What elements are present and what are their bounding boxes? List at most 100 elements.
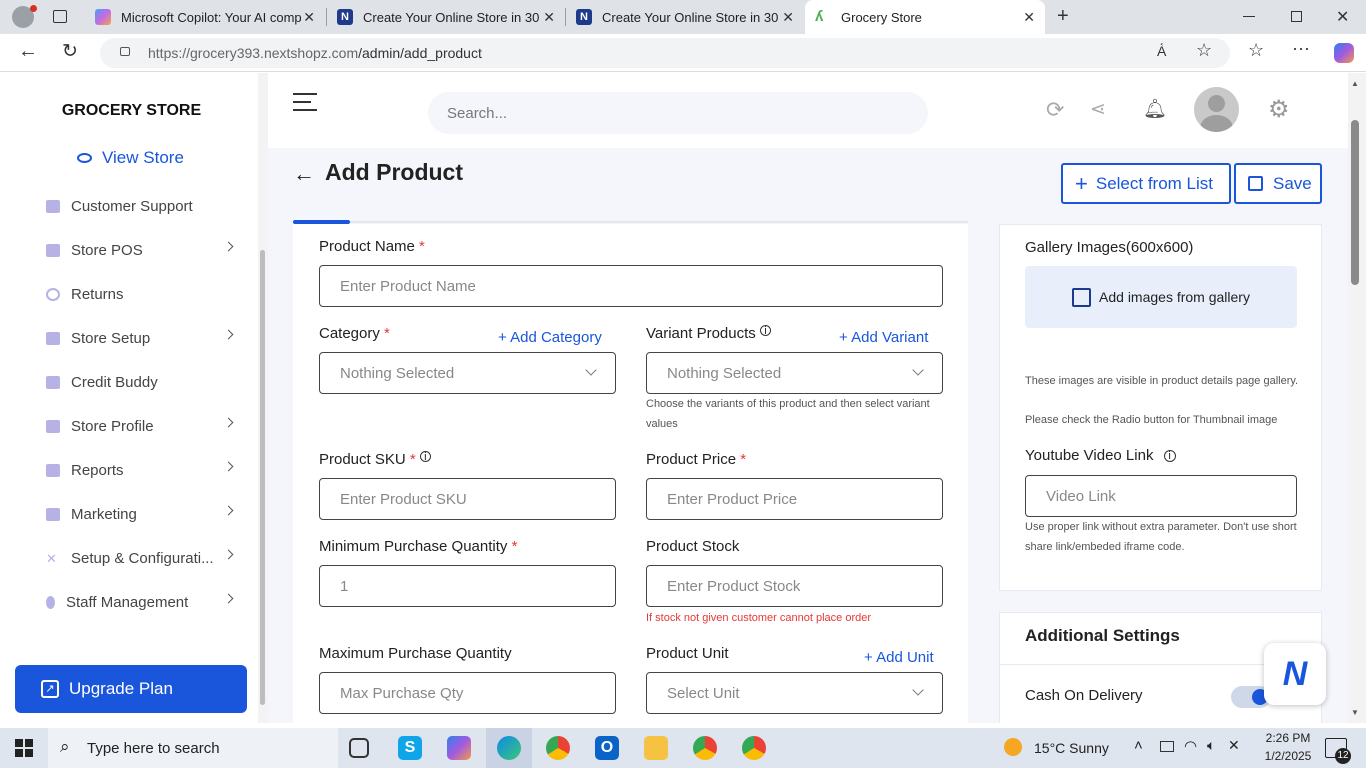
price-label: Product Price * <box>646 451 747 468</box>
weather-text[interactable]: 15°C Sunny <box>1034 740 1109 756</box>
chevron-down-icon <box>912 684 924 696</box>
info-icon[interactable]: i <box>419 451 431 463</box>
clock-time[interactable]: 2:26 PM <box>1258 731 1318 745</box>
add-variant-link[interactable]: + Add Variant <box>839 329 928 346</box>
stock-label: Product Stock <box>646 538 740 555</box>
lock-icon <box>120 47 130 56</box>
sidebar-item-credit-buddy[interactable]: Credit Buddy <box>46 367 246 397</box>
sidebar-item-store-pos[interactable]: Store POS <box>46 235 246 265</box>
product-name-input[interactable]: Enter Product Name <box>319 265 943 307</box>
volume-icon[interactable]: 🔈︎ <box>1207 737 1215 754</box>
file-explorer-icon[interactable] <box>644 736 668 760</box>
read-aloud-icon[interactable]: A᷾ <box>1157 43 1166 59</box>
sku-input[interactable]: Enter Product SKU <box>319 478 616 520</box>
sidebar-item-returns[interactable]: Returns <box>46 279 246 309</box>
windows-start-icon[interactable] <box>15 739 33 757</box>
main-scroll-thumb[interactable] <box>1351 120 1359 285</box>
battery-icon[interactable] <box>1160 741 1174 752</box>
copilot-taskbar-icon[interactable] <box>447 736 471 760</box>
chrome-profile-icon[interactable] <box>742 736 766 760</box>
select-from-list-button[interactable]: + Select from List <box>1061 163 1231 204</box>
sidebar-item-setup-configuration[interactable]: ✕ Setup & Configurati... <box>46 543 246 573</box>
wifi-icon[interactable]: ◠ <box>1184 737 1197 755</box>
sidebar-item-staff-management[interactable]: Staff Management <box>46 587 246 617</box>
browser-tab-bar: Microsoft Copilot: Your AI compan ✕ N Cr… <box>0 0 1366 34</box>
window-close-icon[interactable]: ✕ <box>1336 7 1349 27</box>
bell-icon[interactable]: 🔔︎ <box>1143 97 1167 121</box>
close-icon[interactable]: ✕ <box>303 9 315 26</box>
refresh-icon[interactable]: ⟳ <box>1046 97 1064 123</box>
url-field[interactable]: https://grocery393.nextshopz.com/admin/a… <box>100 38 1230 68</box>
tab-title: Create Your Online Store in 30 Sec <box>363 9 543 25</box>
info-icon[interactable]: i <box>1163 450 1176 463</box>
clock-date[interactable]: 1/2/2025 <box>1258 749 1318 763</box>
select-value: Nothing Selected <box>667 364 782 382</box>
gallery-help-text: These images are visible in product deta… <box>1025 375 1299 387</box>
sidebar-item-store-setup[interactable]: Store Setup <box>46 323 246 353</box>
edge-icon[interactable] <box>497 736 521 760</box>
unit-select[interactable]: Select Unit <box>646 672 943 714</box>
category-select[interactable]: Nothing Selected <box>319 352 616 394</box>
back-icon[interactable]: ← <box>18 40 38 63</box>
view-store-link[interactable]: View Store <box>77 148 184 168</box>
scroll-up-icon[interactable]: ▲ <box>1351 79 1359 88</box>
sidebar-item-marketing[interactable]: Marketing <box>46 499 246 529</box>
sidebar-scroll-thumb[interactable] <box>260 250 265 705</box>
reload-icon[interactable]: ↻ <box>62 40 78 63</box>
save-button[interactable]: Save <box>1234 163 1322 204</box>
tab-grocery-store[interactable]: ʎ Grocery Store ✕ <box>805 0 1045 34</box>
user-avatar[interactable] <box>1194 87 1239 132</box>
taskbar-search-box[interactable]: ⌕ Type here to search <box>48 728 338 768</box>
outlook-icon[interactable]: O <box>595 736 619 760</box>
profile-icon <box>46 419 60 433</box>
more-icon[interactable]: ··· <box>1292 38 1310 59</box>
upgrade-plan-button[interactable]: ↗ Upgrade Plan <box>15 665 247 713</box>
favorite-star-icon[interactable]: ☆ <box>1196 40 1212 61</box>
select-value: Select Unit <box>667 684 740 702</box>
nextshopz-logo-badge[interactable]: N <box>1264 643 1326 705</box>
share-icon[interactable]: ⋖ <box>1090 98 1106 121</box>
task-view-icon[interactable] <box>349 738 369 758</box>
search-input[interactable]: Search... <box>428 92 928 134</box>
chrome-profile-icon[interactable] <box>693 736 717 760</box>
sidebar-item-reports[interactable]: Reports <box>46 455 246 485</box>
max-qty-input[interactable]: Max Purchase Qty <box>319 672 616 714</box>
new-tab-icon[interactable]: + <box>1057 5 1069 28</box>
thumbnail-help-text: Please check the Radio button for Thumbn… <box>1025 414 1278 426</box>
chrome-icon[interactable] <box>546 736 570 760</box>
info-icon[interactable]: i <box>759 325 771 337</box>
scroll-down-icon[interactable]: ▼ <box>1351 708 1359 717</box>
price-input[interactable]: Enter Product Price <box>646 478 943 520</box>
restore-icon[interactable] <box>1291 11 1302 22</box>
close-icon[interactable]: ✕ <box>543 9 555 26</box>
variant-select[interactable]: Nothing Selected <box>646 352 943 394</box>
copilot-icon[interactable] <box>1334 43 1354 63</box>
tab-copilot[interactable]: Microsoft Copilot: Your AI compan ✕ <box>85 0 325 34</box>
close-icon[interactable]: ✕ <box>782 9 794 26</box>
add-gallery-images-button[interactable]: Add images from gallery <box>1025 266 1297 328</box>
stock-input[interactable]: Enter Product Stock <box>646 565 943 607</box>
view-store-label: View Store <box>102 148 184 167</box>
sidebar-item-customer-support[interactable]: Customer Support <box>46 191 246 221</box>
minimize-icon[interactable] <box>1243 16 1255 17</box>
back-arrow-icon[interactable]: ← <box>293 161 315 187</box>
skype-icon[interactable]: S <box>398 736 422 760</box>
tab-nextshopz-1[interactable]: N Create Your Online Store in 30 Sec ✕ <box>327 0 565 34</box>
menu-toggle-icon[interactable] <box>293 93 317 111</box>
video-link-input[interactable]: Video Link <box>1025 475 1297 517</box>
tab-nextshopz-2[interactable]: N Create Your Online Store in 30 Sec ✕ <box>566 0 804 34</box>
user-icon <box>46 595 55 609</box>
settings-gear-icon[interactable]: ⚙︎ <box>1268 95 1290 124</box>
chevron-up-icon[interactable]: ˄ <box>1134 737 1143 754</box>
sidebar-item-label: Setup & Configurati... <box>71 549 214 567</box>
add-category-link[interactable]: + Add Category <box>498 329 602 346</box>
close-icon[interactable]: ✕ <box>1023 9 1035 26</box>
video-label: Youtube Video Link i <box>1025 447 1176 464</box>
sidebar-item-store-profile[interactable]: Store Profile <box>46 411 246 441</box>
mute-icon[interactable]: ✕ <box>1228 737 1240 754</box>
returns-icon <box>46 287 60 301</box>
add-unit-link[interactable]: + Add Unit <box>864 649 934 666</box>
favorites-icon[interactable]: ☆ <box>1248 40 1264 61</box>
tab-actions-icon[interactable] <box>53 10 67 23</box>
min-qty-input[interactable]: 1 <box>319 565 616 607</box>
